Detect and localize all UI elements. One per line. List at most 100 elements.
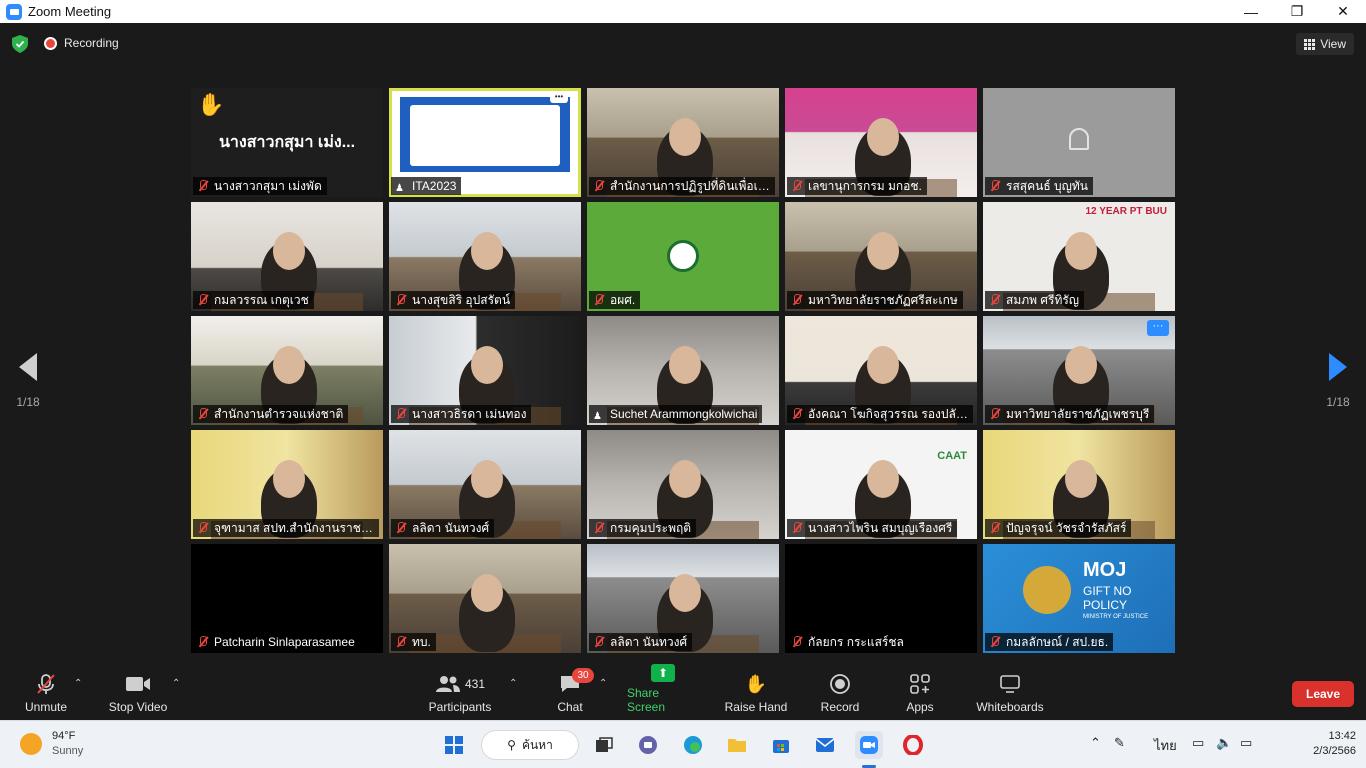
- audio-options-caret-icon[interactable]: ⌃: [74, 678, 82, 689]
- microphone-muted-icon: [791, 522, 803, 534]
- participant-tile[interactable]: กมลวรรณ เกตุเวช: [191, 202, 383, 311]
- participant-face: [669, 118, 701, 156]
- teams-chat-icon[interactable]: [634, 731, 662, 759]
- meeting-topbar: Recording View: [0, 31, 1366, 57]
- page-indicator-left: 1/18: [16, 395, 40, 409]
- participant-face: [867, 232, 899, 270]
- participant-tile[interactable]: มหาวิทยาลัยราชภัฏศรีสะเกษ: [785, 202, 977, 311]
- microsoft-store-icon[interactable]: [767, 731, 795, 759]
- participant-tile[interactable]: ลลิดา นันทวงศ์: [587, 544, 779, 653]
- chat-unread-badge: 30: [572, 668, 594, 683]
- participant-display-name: นางสาวกสุมา เม่ง...: [218, 134, 356, 151]
- search-icon: ⚲: [507, 738, 516, 752]
- participant-tile[interactable]: นางสุขสิริ อุปสรัตน์: [389, 202, 581, 311]
- windows-start-icon[interactable]: [440, 731, 468, 759]
- participant-tile[interactable]: สำนักงานการปฏิรูปที่ดินเพื่อเกษ...: [587, 88, 779, 197]
- moj-subtitle: MINISTRY OF JUSTICE: [1083, 614, 1149, 620]
- system-clock[interactable]: 13:42 2/3/2566: [1313, 729, 1356, 759]
- share-screen-button[interactable]: ⬆ Share Screen: [627, 664, 699, 720]
- participant-tile[interactable]: ปัญจรุจน์ วัชรจำรัสภัสร์: [983, 430, 1175, 539]
- participant-tile[interactable]: นางสาวธิรดา เม่นทอง: [389, 316, 581, 425]
- clock-date: 2/3/2566: [1313, 745, 1356, 757]
- view-button[interactable]: View: [1296, 33, 1354, 55]
- participant-tile[interactable]: ··· มหาวิทยาลัยราชภัฏเพชรบุรี: [983, 316, 1175, 425]
- leave-button[interactable]: Leave: [1292, 681, 1354, 707]
- participant-tile[interactable]: จุฑามาส สปท.สำนักงานราชบัณ...: [191, 430, 383, 539]
- chat-options-caret-icon[interactable]: ⌃: [599, 678, 607, 689]
- weather-widget[interactable]: 94°F Sunny: [20, 729, 83, 759]
- recording-indicator[interactable]: Recording: [44, 36, 119, 50]
- page-indicator-right: 1/18: [1326, 395, 1350, 409]
- volume-icon[interactable]: 🔈: [1216, 735, 1232, 751]
- raise-hand-label: Raise Hand: [724, 700, 788, 714]
- input-language[interactable]: ไทย: [1154, 735, 1177, 756]
- participant-tile[interactable]: อผศ.: [587, 202, 779, 311]
- participant-tile[interactable]: Patcharin Sinlaparasamee: [191, 544, 383, 653]
- participant-face: [273, 232, 305, 270]
- participant-tile[interactable]: กรมคุมประพฤติ: [587, 430, 779, 539]
- task-view-icon[interactable]: [590, 731, 618, 759]
- participant-tile[interactable]: นางสาวกสุมา เม่ง... ✋ นางสาวกสุมา เม่งพัด: [191, 88, 383, 197]
- more-options-icon[interactable]: •••: [550, 93, 568, 103]
- participant-face: [867, 346, 899, 384]
- participant-name-label: สำนักงานตำรวจแห่งชาติ: [193, 405, 349, 423]
- chat-label: Chat: [557, 700, 583, 714]
- close-button[interactable]: ✕: [1320, 0, 1366, 23]
- unmute-button[interactable]: Unmute: [22, 666, 70, 720]
- participant-tile[interactable]: ทบ.: [389, 544, 581, 653]
- battery-icon[interactable]: ▭: [1240, 735, 1252, 751]
- participant-tile[interactable]: ♟ Suchet Arammongkolwichai: [587, 316, 779, 425]
- participant-name: มหาวิทยาลัยราชภัฏศรีสะเกษ: [808, 293, 958, 307]
- participant-tile[interactable]: ••• ♟ ITA2023: [389, 88, 581, 197]
- show-hidden-icons-chevron-icon[interactable]: ⌃: [1090, 735, 1101, 751]
- next-page-button[interactable]: 1/18: [1318, 353, 1358, 409]
- participant-tile[interactable]: กัลยกร กระแสร์ชล: [785, 544, 977, 653]
- zoom-taskbar-icon[interactable]: [855, 731, 883, 759]
- microphone-muted-icon: [791, 636, 803, 648]
- participant-tile[interactable]: เลขานุการกรม มกอช.: [785, 88, 977, 197]
- microphone-muted-icon: [395, 522, 407, 534]
- microphone-muted-icon: [791, 408, 803, 420]
- edge-browser-icon[interactable]: [679, 731, 707, 759]
- participant-name-label: ทบ.: [391, 633, 436, 651]
- participant-tile[interactable]: สำนักงานตำรวจแห่งชาติ: [191, 316, 383, 425]
- user-icon: ♟: [395, 183, 404, 194]
- opera-browser-icon[interactable]: [899, 731, 927, 759]
- participant-name-label: กรมคุมประพฤติ: [589, 519, 697, 537]
- mail-icon[interactable]: [811, 731, 839, 759]
- participant-tile[interactable]: MOJ GIFT NO POLICY MINISTRY OF JUSTICE กมลล…: [983, 544, 1175, 653]
- participant-name: Suchet Arammongkolwichai: [610, 407, 758, 421]
- pen-input-icon[interactable]: ✎: [1114, 735, 1125, 751]
- more-options-button[interactable]: ···: [1147, 320, 1169, 336]
- apps-button[interactable]: Apps: [904, 666, 936, 720]
- stop-video-button[interactable]: Stop Video: [106, 666, 170, 720]
- video-options-caret-icon[interactable]: ⌃: [172, 678, 180, 689]
- network-icon[interactable]: ▭: [1192, 735, 1204, 751]
- participant-tile[interactable]: ลลิดา นันทวงศ์: [389, 430, 581, 539]
- taskbar-search[interactable]: ⚲ ค้นหา: [481, 730, 579, 760]
- security-shield-icon[interactable]: [12, 35, 28, 53]
- participant-name: สำนักงานการปฏิรูปที่ดินเพื่อเกษ...: [610, 179, 770, 193]
- microphone-muted-icon: [593, 180, 605, 192]
- record-button[interactable]: Record: [818, 666, 862, 720]
- participants-button[interactable]: 431 Participants: [426, 666, 494, 720]
- taskbar-search-label: ค้นหา: [521, 737, 553, 752]
- participant-tile[interactable]: รสสุคนธ์ บุญทัน: [983, 88, 1175, 197]
- participant-name-label: เลขานุการกรม มกอช.: [787, 177, 927, 195]
- minimize-button[interactable]: —: [1228, 0, 1274, 23]
- microphone-muted-icon: [395, 636, 407, 648]
- raise-hand-button[interactable]: ✋ Raise Hand: [724, 666, 788, 720]
- previous-page-button[interactable]: 1/18: [8, 353, 48, 409]
- participant-tile[interactable]: อังคณา โฆกิจสุวรรณ รองปลัดก...: [785, 316, 977, 425]
- participant-tile[interactable]: 12 YEAR PT BUU สมภพ ศรีทิรัญ: [983, 202, 1175, 311]
- file-explorer-icon[interactable]: [723, 731, 751, 759]
- participant-tile[interactable]: CAAT นางสาวไพริน สมบุญเรืองศรี: [785, 430, 977, 539]
- participant-name: นางสุขสิริ อุปสรัตน์: [412, 293, 511, 307]
- record-icon: [829, 672, 851, 696]
- whiteboards-button[interactable]: Whiteboards: [974, 666, 1046, 720]
- participant-face: [867, 118, 899, 156]
- microphone-muted-icon: [989, 408, 1001, 420]
- record-label: Record: [820, 700, 860, 714]
- participants-options-caret-icon[interactable]: ⌃: [509, 678, 517, 689]
- maximize-button[interactable]: ❐: [1274, 0, 1320, 23]
